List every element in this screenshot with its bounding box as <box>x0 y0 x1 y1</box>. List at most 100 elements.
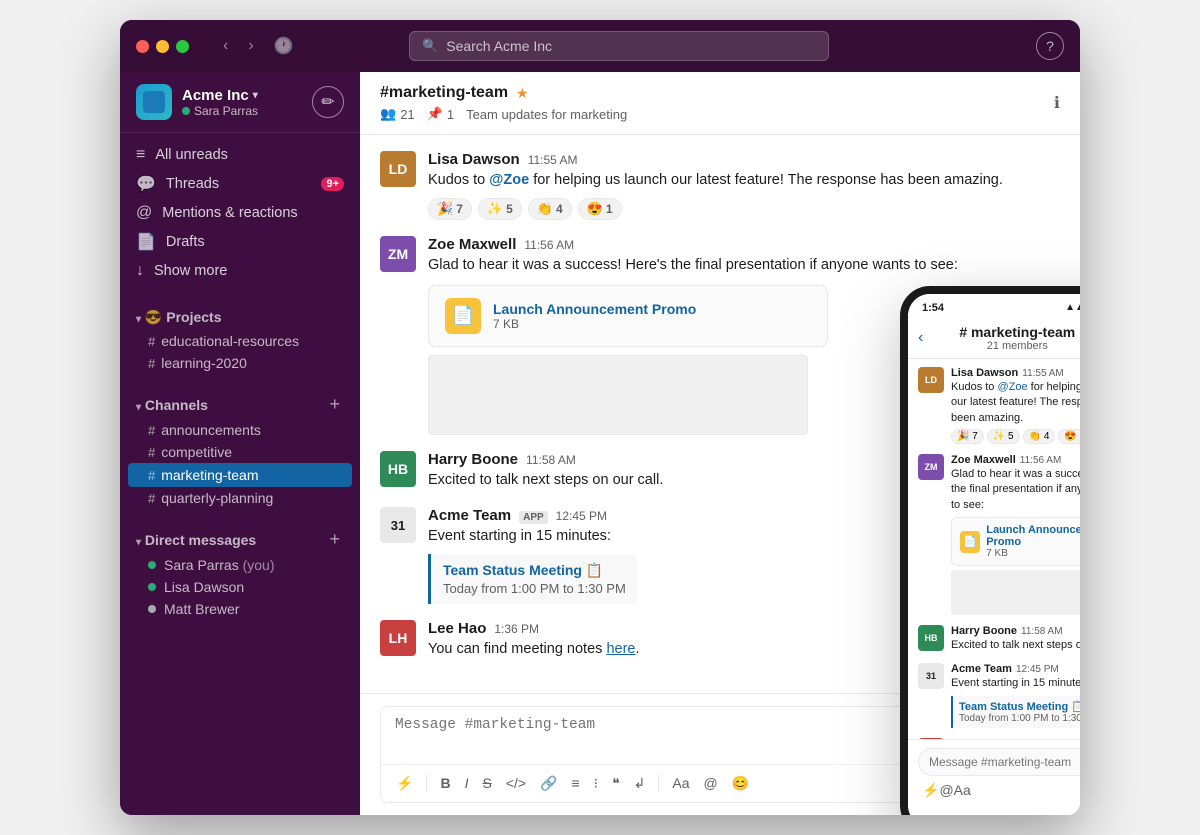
pinned-count: 1 <box>447 107 454 122</box>
hash-icon: # <box>148 423 155 438</box>
phone-message-time: 11:55 AM <box>1022 368 1064 379</box>
phone-event-card[interactable]: Team Status Meeting 📋 Today from 1:00 PM… <box>951 696 1080 728</box>
avatar: ZM <box>380 236 416 272</box>
compose-button[interactable]: ✏ <box>312 86 344 118</box>
message-content: Zoe Maxwell 11:56 AM Glad to hear it was… <box>428 236 958 435</box>
strikethrough-button[interactable]: S <box>477 771 496 795</box>
lightning-button[interactable]: ⚡ <box>391 771 418 796</box>
sidebar-item-threads[interactable]: 💬 Threads 9+ <box>120 169 360 199</box>
history-button[interactable]: 🕐 <box>268 32 300 60</box>
phone-mention-icon[interactable]: @ <box>939 782 953 798</box>
phone-lightning-icon[interactable]: ⚡ <box>922 782 939 799</box>
channels-section-header[interactable]: ▾ Channels + <box>120 390 360 419</box>
message-author: Acme Team <box>428 507 511 524</box>
emoji-button[interactable]: 😊 <box>727 771 754 796</box>
phone-reaction[interactable]: 👏 4 <box>1023 429 1056 444</box>
threads-label: Threads <box>166 176 219 192</box>
minimize-button[interactable] <box>156 40 169 53</box>
channel-pinned-meta: 📌 1 <box>427 106 454 122</box>
message-time: 11:55 AM <box>528 153 578 167</box>
phone-file-icon: 📄 <box>960 531 980 553</box>
channel-item-announcements[interactable]: # announcements <box>120 419 360 441</box>
phone-file-size: 7 KB <box>986 548 1080 559</box>
phone-file-info: Launch Announcement Promo 7 KB <box>986 524 1080 559</box>
phone-back-button[interactable]: ‹ <box>918 329 923 347</box>
mentions-icon: @ <box>136 204 152 222</box>
bold-button[interactable]: B <box>435 771 455 795</box>
channel-label: announcements <box>161 422 261 438</box>
dm-item-matt[interactable]: Matt Brewer <box>120 598 360 620</box>
phone-reaction[interactable]: 😍 1 <box>1058 429 1080 444</box>
app-badge: APP <box>519 511 548 524</box>
avatar: HB <box>380 451 416 487</box>
reaction-item[interactable]: ✨ 5 <box>478 198 522 220</box>
forward-button[interactable]: › <box>242 32 259 60</box>
unordered-list-button[interactable]: ⁝ <box>589 771 603 796</box>
all-unreads-label: All unreads <box>155 147 228 163</box>
channel-item-learning-2020[interactable]: # learning-2020 <box>120 352 360 374</box>
phone-message-text: Kudos to @Zoe for helping us launch our … <box>951 380 1080 426</box>
channel-description-meta: Team updates for marketing <box>466 107 627 122</box>
projects-section-header[interactable]: ▾ 😎 Projects <box>120 305 360 330</box>
text-format-button[interactable]: Aa <box>667 771 694 795</box>
reaction-item[interactable]: 🎉 7 <box>428 198 472 220</box>
code-button[interactable]: </> <box>501 771 531 795</box>
dm-section-header[interactable]: ▾ Direct messages + <box>120 525 360 554</box>
channel-info-button[interactable]: ℹ <box>1054 93 1060 113</box>
search-icon: 🔍 <box>422 38 438 54</box>
channel-item-competitive[interactable]: # competitive <box>120 441 360 463</box>
sidebar-item-mentions[interactable]: @ Mentions & reactions <box>120 199 360 227</box>
message-time: 12:45 PM <box>556 509 607 523</box>
event-card[interactable]: Team Status Meeting 📋 Today from 1:00 PM… <box>428 554 638 604</box>
workspace-name[interactable]: Acme Inc ▾ <box>182 87 258 104</box>
phone-reaction[interactable]: ✨ 5 <box>987 429 1020 444</box>
sidebar-item-show-more[interactable]: ↓ Show more <box>120 257 360 285</box>
phone-reaction[interactable]: 🎉 7 <box>951 429 984 444</box>
phone-message-author: Lee Hao <box>951 738 994 739</box>
close-button[interactable] <box>136 40 149 53</box>
sidebar-item-all-unreads[interactable]: ≡ All unreads <box>120 141 360 169</box>
title-bar: ‹ › 🕐 🔍 Search Acme Inc ? <box>120 20 1080 72</box>
mention-button[interactable]: @ <box>699 771 723 795</box>
message-content: Acme Team APP 12:45 PM Event starting in… <box>428 507 638 604</box>
ordered-list-button[interactable]: ≡ <box>566 771 584 795</box>
channel-star-icon[interactable]: ★ <box>516 85 529 102</box>
channel-item-marketing-team[interactable]: # marketing-team <box>128 463 352 487</box>
back-button[interactable]: ‹ <box>217 32 234 60</box>
channel-item-quarterly-planning[interactable]: # quarterly-planning <box>120 487 360 509</box>
reaction-item[interactable]: 👏 4 <box>528 198 572 220</box>
sidebar-item-drafts[interactable]: 📄 Drafts <box>120 227 360 257</box>
show-more-icon: ↓ <box>136 262 144 280</box>
italic-button[interactable]: I <box>460 771 474 795</box>
channel-members-meta: 👥 21 <box>380 106 415 122</box>
mentions-label: Mentions & reactions <box>162 205 297 221</box>
phone-file-attachment[interactable]: 📄 Launch Announcement Promo 7 KB <box>951 517 1080 566</box>
fullscreen-button[interactable] <box>176 40 189 53</box>
dm-item-lisa[interactable]: Lisa Dawson <box>120 576 360 598</box>
add-dm-button[interactable]: + <box>325 529 344 550</box>
dm-name: Matt Brewer <box>164 601 239 617</box>
add-channel-button[interactable]: + <box>325 394 344 415</box>
phone-channel-title-wrap: # marketing-team 21 members <box>959 324 1075 352</box>
reaction-item[interactable]: 😍 1 <box>578 198 622 220</box>
phone-avatar: LD <box>918 367 944 393</box>
phone-text-icon[interactable]: Aa <box>954 782 971 798</box>
dm-item-sara[interactable]: Sara Parras (you) <box>120 554 360 576</box>
quote-button[interactable]: ❝ <box>607 771 625 796</box>
search-input[interactable]: Search Acme Inc <box>446 38 552 54</box>
app-window: ‹ › 🕐 🔍 Search Acme Inc ? <box>120 20 1080 815</box>
search-bar[interactable]: 🔍 Search Acme Inc <box>409 31 829 61</box>
phone-messages-area[interactable]: LD Lisa Dawson 11:55 AM Kudos to @Zoe fo… <box>908 359 1080 739</box>
file-attachment[interactable]: 📄 Launch Announcement Promo 7 KB <box>428 285 828 347</box>
meeting-notes-link[interactable]: here <box>606 641 635 657</box>
message-text: Kudos to @Zoe for helping us launch our … <box>428 170 1003 192</box>
channel-label: educational-resources <box>161 333 299 349</box>
code-block-button[interactable]: ↲ <box>629 771 651 796</box>
all-unreads-icon: ≡ <box>136 146 145 164</box>
link-button[interactable]: 🔗 <box>535 771 562 796</box>
message-row: LD Lisa Dawson 11:55 AM Kudos to @Zoe fo… <box>380 151 1060 220</box>
channel-description: Team updates for marketing <box>466 107 627 122</box>
channel-item-educational-resources[interactable]: # educational-resources <box>120 330 360 352</box>
help-button[interactable]: ? <box>1036 32 1064 60</box>
members-count: 21 <box>400 107 414 122</box>
